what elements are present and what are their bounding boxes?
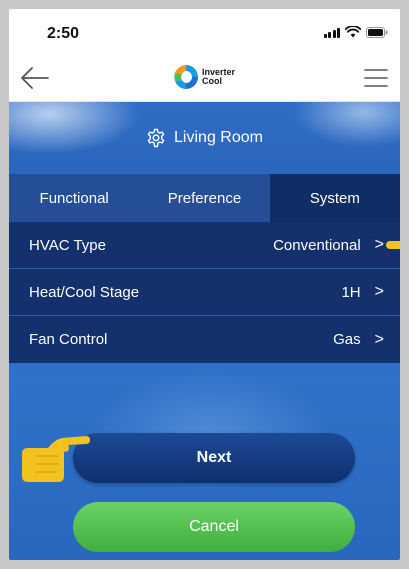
- status-bar: 2:50: [9, 9, 400, 55]
- inverter-cool-logo-icon: [174, 65, 198, 89]
- settings-tabs: Functional Preference System: [9, 174, 400, 222]
- setting-label: Heat/Cool Stage: [29, 283, 140, 301]
- room-name: Living Room: [174, 129, 263, 146]
- pointing-hand-icon: [22, 436, 90, 482]
- chevron-right-icon: >: [374, 283, 384, 300]
- app-header: Inverter Cool: [9, 55, 400, 102]
- setting-value: 1H: [341, 283, 361, 301]
- logo-wordmark: Inverter Cool: [202, 68, 235, 86]
- setting-label: HVAC Type: [29, 236, 106, 254]
- battery-icon: [366, 26, 388, 38]
- setting-row-hvac-type[interactable]: HVAC Type Conventional >: [9, 222, 400, 269]
- chevron-right-icon: >: [374, 236, 384, 253]
- chevron-right-icon: >: [374, 330, 384, 348]
- logo-text-line2: Cool: [202, 76, 222, 86]
- setting-value: Gas: [333, 331, 361, 348]
- phone-screen: 2:50 Inverter Cool Living Room Functiona…: [9, 9, 400, 560]
- signal-icon: [323, 27, 340, 38]
- tab-system[interactable]: System: [269, 174, 400, 222]
- hamburger-menu-icon[interactable]: [364, 67, 388, 89]
- main-content: Living Room Functional Preference System…: [9, 102, 400, 560]
- setting-row-fan-control[interactable]: Fan Control Gas >: [9, 316, 400, 363]
- setting-row-heat-cool-stage[interactable]: Heat/Cool Stage 1H >: [9, 269, 400, 316]
- system-settings-list: HVAC Type Conventional > Heat/Cool Stage…: [9, 222, 400, 363]
- pointer-indicator: [386, 241, 400, 249]
- next-button[interactable]: Next: [73, 433, 355, 483]
- back-arrow-icon[interactable]: [20, 65, 50, 91]
- setting-label: Fan Control: [29, 331, 108, 348]
- brand-logo: Inverter Cool: [173, 64, 235, 90]
- room-header: Living Room: [9, 102, 400, 174]
- tab-functional[interactable]: Functional: [9, 174, 140, 222]
- wifi-icon: [345, 26, 361, 38]
- cancel-button[interactable]: Cancel: [73, 502, 355, 552]
- setting-value: Conventional: [273, 236, 361, 254]
- status-icons: [323, 26, 389, 38]
- tab-preference[interactable]: Preference: [139, 174, 270, 222]
- status-time: 2:50: [47, 25, 80, 42]
- gear-icon: [147, 128, 165, 148]
